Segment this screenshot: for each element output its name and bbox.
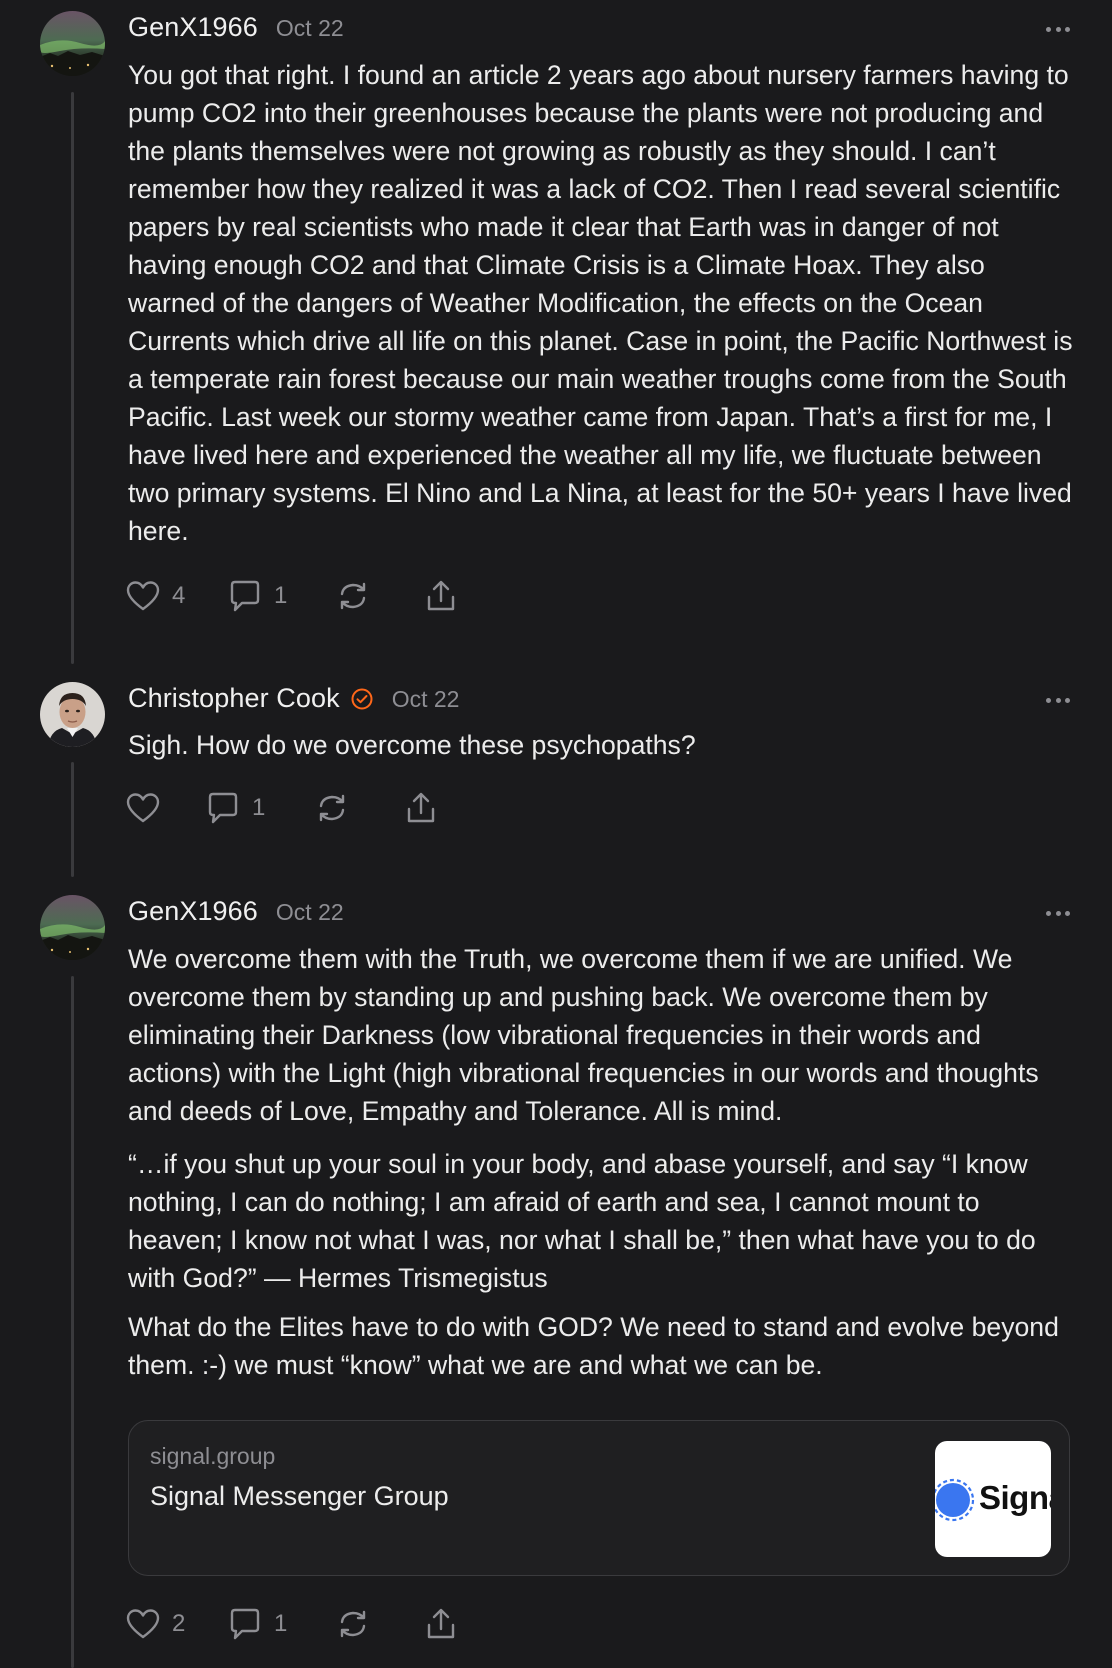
- comment-body: We overcome them with the Truth, we over…: [128, 944, 1039, 1126]
- post-date[interactable]: Oct 22: [392, 686, 460, 713]
- restack-icon: [340, 582, 366, 610]
- share-icon: [407, 792, 435, 823]
- more-icon[interactable]: [1046, 25, 1070, 33]
- share-icon: [427, 1608, 455, 1639]
- heart-icon: [126, 1609, 160, 1639]
- share-button[interactable]: [424, 1606, 458, 1642]
- link-thumbnail: Signa: [935, 1441, 1051, 1557]
- author-name[interactable]: GenX1966: [128, 896, 258, 927]
- heart-icon: [126, 581, 160, 611]
- link-preview-card[interactable]: signal.group Signal Messenger Group Sign…: [128, 1420, 1070, 1576]
- like-button[interactable]: [126, 790, 160, 826]
- like-button[interactable]: 4: [126, 578, 185, 614]
- thread-line: [71, 762, 74, 877]
- comment-body: Sigh. How do we overcome these psychopat…: [128, 730, 696, 760]
- comment-icon: [230, 580, 260, 612]
- like-count: 2: [172, 1610, 186, 1637]
- more-icon[interactable]: [1046, 696, 1070, 704]
- comment-count: 1: [274, 582, 288, 609]
- restack-icon: [319, 794, 345, 822]
- restack-button[interactable]: [336, 578, 370, 614]
- share-icon: [427, 580, 455, 611]
- verified-icon: [350, 687, 374, 711]
- link-domain: signal.group: [150, 1443, 276, 1469]
- link-thumb-text: Signa: [979, 1479, 1051, 1516]
- link-title: Signal Messenger Group: [150, 1481, 449, 1511]
- share-button[interactable]: [404, 790, 438, 826]
- like-button[interactable]: 2: [126, 1606, 185, 1642]
- comment-body: What do the Elites have to do with GOD? …: [128, 1312, 1059, 1380]
- thread-line: [71, 976, 74, 1668]
- aurora-avatar[interactable]: [40, 895, 105, 960]
- more-icon[interactable]: [1046, 909, 1070, 917]
- portrait-avatar[interactable]: [40, 682, 105, 747]
- restack-button[interactable]: [336, 1606, 370, 1642]
- comment-count: 1: [252, 794, 266, 821]
- comment-count: 1: [274, 1610, 288, 1637]
- comment-icon: [230, 1608, 260, 1640]
- comment-body: You got that right. I found an article 2…: [128, 60, 1073, 546]
- share-button[interactable]: [424, 578, 458, 614]
- comment-button[interactable]: 1: [206, 790, 265, 826]
- restack-button[interactable]: [315, 790, 349, 826]
- aurora-avatar[interactable]: [40, 11, 105, 76]
- heart-icon: [126, 793, 160, 823]
- restack-icon: [340, 1610, 366, 1638]
- comment-quote: “…if you shut up your soul in your body,…: [128, 1149, 1036, 1293]
- like-count: 4: [172, 582, 186, 609]
- author-name[interactable]: GenX1966: [128, 12, 258, 43]
- comment-icon: [208, 792, 238, 824]
- post-date[interactable]: Oct 22: [276, 899, 344, 926]
- post-date[interactable]: Oct 22: [276, 15, 344, 42]
- comment-button[interactable]: 1: [228, 578, 287, 614]
- thread-line: [71, 92, 74, 664]
- comment-button[interactable]: 1: [228, 1606, 287, 1642]
- author-name[interactable]: Christopher Cook: [128, 683, 340, 714]
